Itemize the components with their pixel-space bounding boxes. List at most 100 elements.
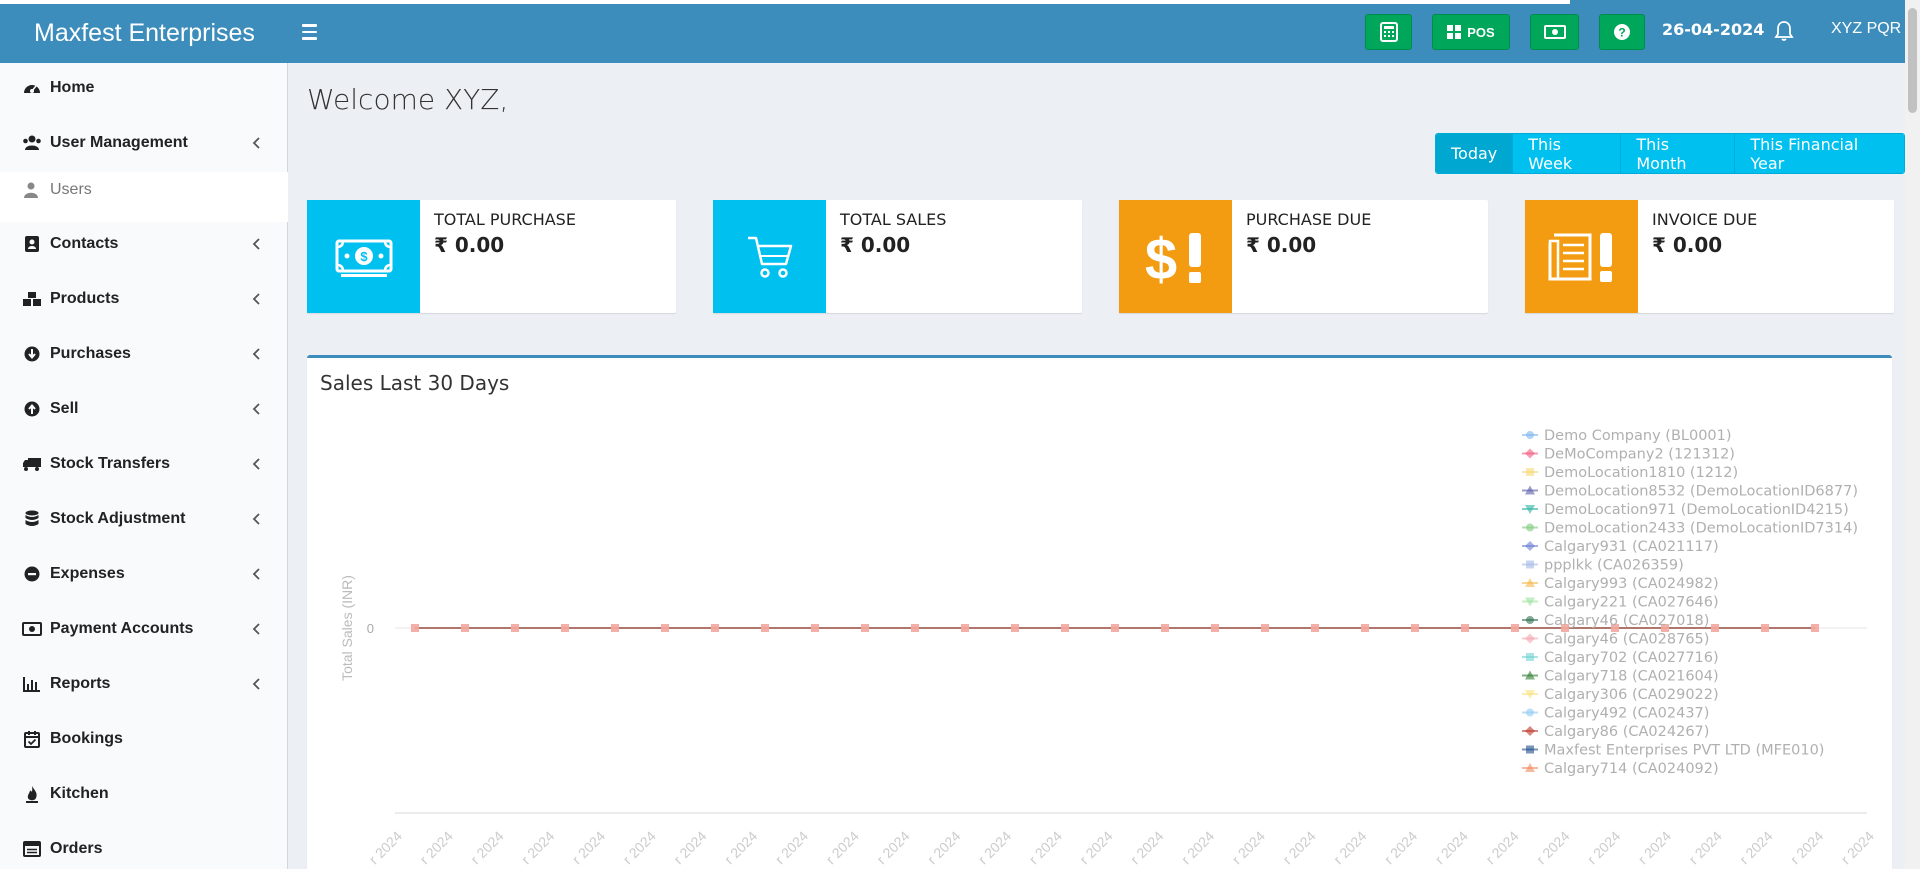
filter-today-button[interactable]: Today [1436,134,1514,173]
card-value: ₹ 0.00 [1246,233,1317,257]
legend-label: DemoLocation971 (DemoLocationID4215) [1544,502,1849,518]
sidebar-item-orders[interactable]: Orders [0,827,288,869]
x-tick-label: r 2024 [670,828,710,868]
sidebar-item-purchases[interactable]: Purchases [0,332,288,376]
data-point [1261,624,1269,632]
legend-label: Calgary718 (CA021604) [1544,669,1719,685]
filter-this-week-button[interactable]: This Week [1513,134,1622,173]
card-value: ₹ 0.00 [840,233,911,257]
sidebar-item-reports[interactable]: Reports [0,662,288,706]
legend-marker [1526,708,1534,717]
current-date: 26-04-2024 [1662,20,1765,39]
sidebar-item-contacts[interactable]: Contacts [0,222,288,266]
x-tick-label: r 2024 [772,828,812,868]
legend-label: Calgary714 (CA024092) [1544,761,1719,777]
sidebar-item-label: Bookings [50,730,123,747]
sidebar-item-stock-transfers[interactable]: Stock Transfers [0,442,288,486]
money-icon [22,619,42,639]
legend-label: Calgary46 (CA028765) [1544,632,1709,648]
x-tick-label: r 2024 [1381,828,1421,868]
user-menu[interactable]: XYZ PQR [1831,20,1901,38]
sidebar-item-label: Stock Adjustment [50,510,186,527]
sidebar-item-products[interactable]: Products [0,277,288,321]
sidebar-item-label: Purchases [50,345,131,362]
sidebar-item-label: Reports [50,675,111,692]
x-tick-label: r 2024 [1685,828,1725,868]
legend-label: DemoLocation8532 (DemoLocationID6877) [1544,484,1858,500]
data-point [1811,624,1819,632]
sidebar-item-label: Expenses [50,565,125,582]
sidebar-item-stock-adjustment[interactable]: Stock Adjustment [0,497,288,541]
sidebar-item-label: Home [50,79,95,96]
data-point [1361,624,1369,632]
sidebar-item-payment-accounts[interactable]: Payment Accounts [0,607,288,651]
legend-label: Calgary492 (CA02437) [1544,706,1709,722]
brand-logo[interactable]: Maxfest Enterprises [0,4,288,63]
data-point [1511,624,1519,632]
sidebar-item-home[interactable]: Home [0,66,288,110]
data-point [961,624,969,632]
calculator-button[interactable] [1365,14,1412,50]
sales-chart-panel: Sales Last 30 Days 0 Total Sales (INR) r 2… [307,355,1892,869]
bell-icon [1774,21,1794,41]
sidebar-item-sell[interactable]: Sell [0,387,288,431]
user-icon [24,182,38,198]
x-tick-label: r 2024 [1482,828,1522,868]
legend-label: Calgary221 (CA027646) [1544,595,1719,611]
x-tick-label: r 2024 [1432,828,1472,868]
date-filter-group: Today This Week This Month This Financia… [1435,133,1905,174]
svg-text:?: ? [1618,26,1625,40]
sidebar-item-label: User Management [50,134,188,151]
sidebar-item-kitchen[interactable]: Kitchen [0,772,288,816]
legend-marker [1525,541,1535,551]
filter-this-financial-year-button[interactable]: This Financial Year [1735,134,1904,173]
pos-button[interactable]: POS [1432,14,1510,50]
data-point [1161,624,1169,632]
legend-marker [1525,448,1535,459]
legend-label: Calgary46 (CA027018) [1544,613,1709,629]
legend-label: ppplkk (CA026359) [1544,558,1684,574]
pos-label: POS [1467,24,1495,40]
scrollbar-thumb[interactable] [1908,8,1917,113]
data-point [661,624,669,632]
x-tick-label: r 2024 [873,828,913,868]
data-point [611,624,619,632]
legend-label: Calgary993 (CA024982) [1544,576,1719,592]
x-tick-label: r 2024 [416,828,456,868]
notifications-button[interactable] [1774,20,1796,42]
cash-icon [1543,25,1566,39]
data-point [811,624,819,632]
chevron-left-icon [252,458,260,470]
x-tick-label: r 2024 [1229,828,1269,868]
x-tick-label: r 2024 [1026,828,1066,868]
data-point [411,624,419,632]
page-scrollbar[interactable] [1905,0,1920,869]
card-value: ₹ 0.00 [434,233,505,257]
help-button[interactable]: ? [1599,14,1645,50]
x-tick-label: r 2024 [1279,828,1319,868]
sidebar-item-user-management[interactable]: User Management [0,121,288,165]
cash-register-button[interactable] [1530,14,1579,50]
legend-label: Calgary702 (CA027716) [1544,650,1719,666]
sidebar-item-bookings[interactable]: Bookings [0,717,288,761]
sidebar-subitem-users[interactable]: Users [0,172,288,208]
x-tick-label: r 2024 [1076,828,1116,868]
sidebar-toggle-icon[interactable] [302,20,326,44]
filter-this-month-button[interactable]: This Month [1621,134,1736,173]
sidebar-item-label: Sell [50,400,79,417]
welcome-heading: Welcome XYZ, [307,83,509,116]
chevron-left-icon [252,568,260,580]
card-label: TOTAL PURCHASE [434,210,576,229]
legend-label: DemoLocation1810 (1212) [1544,465,1738,481]
svg-text:$: $ [360,249,368,264]
legend-label: Calgary931 (CA021117) [1544,539,1719,555]
x-tick-label: r 2024 [1736,828,1776,868]
x-tick-label: r 2024 [1178,828,1218,868]
x-tick-label: r 2024 [1787,828,1827,868]
legend-label: Calgary86 (CA024267) [1544,724,1709,740]
data-point [1111,624,1119,632]
card-value: ₹ 0.00 [1652,233,1723,257]
arrow-circle-up-icon [22,399,42,419]
sidebar-item-expenses[interactable]: Expenses [0,552,288,596]
data-point [1711,624,1719,632]
